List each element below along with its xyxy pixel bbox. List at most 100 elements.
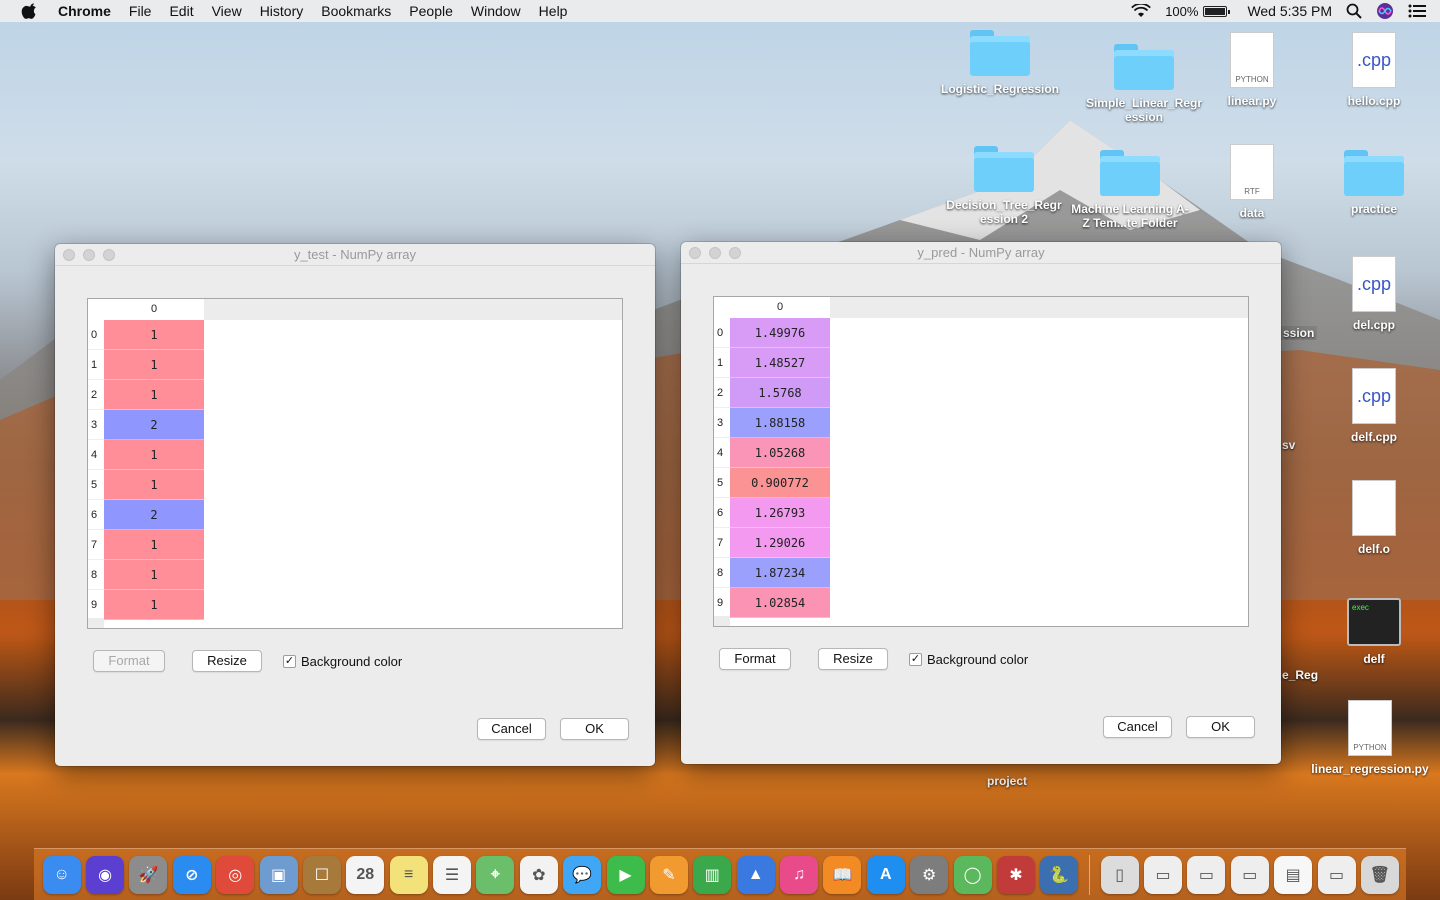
resize-button[interactable]: Resize [192, 650, 262, 672]
menu-bookmarks[interactable]: Bookmarks [321, 3, 391, 19]
row-index[interactable]: 8 [88, 560, 104, 590]
table-cell[interactable]: 1.87234 [730, 558, 830, 588]
close-button[interactable] [63, 249, 75, 261]
row-index[interactable]: 2 [88, 380, 104, 410]
row-index[interactable]: 3 [714, 408, 730, 438]
table-cell[interactable]: 0.900772 [730, 468, 830, 498]
finder-icon[interactable]: ☺ [42, 855, 81, 894]
menu-history[interactable]: History [260, 3, 304, 19]
launchpad-icon[interactable]: 🚀 [129, 855, 168, 894]
menu-app-chrome[interactable]: Chrome [58, 3, 111, 19]
array-table[interactable]: 0 0 1.49976 1 1.48527 2 1.5768 3 1.88158 4 1.0526… [713, 296, 1249, 627]
table-cell[interactable]: 2 [104, 500, 204, 530]
desktop-file-del-cpp[interactable]: .cpp del.cpp [1314, 256, 1434, 332]
archive-icon[interactable]: ▯ [1100, 855, 1139, 894]
menu-view[interactable]: View [212, 3, 242, 19]
ok-button[interactable]: OK [560, 718, 629, 740]
table-cell[interactable]: 1.05268 [730, 438, 830, 468]
window-thumb-3-icon[interactable]: ▭ [1230, 855, 1269, 894]
table-cell[interactable]: 1 [104, 350, 204, 380]
appstore-icon[interactable]: A [866, 855, 905, 894]
spotlight-search-icon[interactable] [1346, 3, 1362, 19]
cancel-button[interactable]: Cancel [477, 718, 546, 740]
row-index[interactable]: 6 [88, 500, 104, 530]
row-index[interactable]: 9 [88, 590, 104, 620]
row-index[interactable]: 5 [88, 470, 104, 500]
safari-icon[interactable]: ⊘ [172, 855, 211, 894]
desktop-folder-logistic-regression[interactable]: Logistic_Regression [940, 30, 1060, 96]
table-cell[interactable]: 1.29026 [730, 528, 830, 558]
python-icon[interactable]: 🐍 [1040, 855, 1079, 894]
messages-icon[interactable]: 💬 [563, 855, 602, 894]
ok-button[interactable]: OK [1186, 716, 1255, 738]
row-index[interactable]: 7 [88, 530, 104, 560]
row-index[interactable]: 5 [714, 468, 730, 498]
zoom-button[interactable] [729, 247, 741, 259]
reminders-icon[interactable]: ☰ [433, 855, 472, 894]
minimize-button[interactable] [83, 249, 95, 261]
table-cell[interactable]: 1.5768 [730, 378, 830, 408]
apple-menu-icon[interactable] [20, 3, 40, 19]
desktop-file-delf-exec[interactable]: exec delf [1314, 598, 1434, 666]
maps-icon[interactable]: ⌖ [476, 855, 515, 894]
desktop-file-delf-cpp[interactable]: .cpp delf.cpp [1314, 368, 1434, 444]
ibooks-icon[interactable]: 📖 [823, 855, 862, 894]
pages-icon[interactable]: ✎ [649, 855, 688, 894]
desktop-folder-simple-linear-regression[interactable]: Simple_Linear_Regression [1084, 44, 1204, 124]
desktop-file-hello-cpp[interactable]: .cpp hello.cpp [1314, 32, 1434, 108]
menu-window[interactable]: Window [471, 3, 521, 19]
row-index[interactable]: 1 [88, 350, 104, 380]
table-cell[interactable]: 1 [104, 380, 204, 410]
close-button[interactable] [689, 247, 701, 259]
siri-icon[interactable]: ◉ [86, 855, 125, 894]
checkbox-checked-icon[interactable]: ✓ [283, 655, 296, 668]
row-index[interactable]: 4 [714, 438, 730, 468]
row-index[interactable]: 8 [714, 558, 730, 588]
table-cell[interactable]: 1.26793 [730, 498, 830, 528]
chrome-icon[interactable]: ◎ [216, 855, 255, 894]
trash-icon[interactable]: 🗑 [1360, 855, 1399, 894]
minimize-button[interactable] [709, 247, 721, 259]
window-titlebar[interactable]: y_test - NumPy array [55, 244, 655, 266]
window-titlebar[interactable]: y_pred - NumPy array [681, 242, 1281, 264]
table-cell[interactable]: 1 [104, 560, 204, 590]
desktop-file-linear-py[interactable]: PYTHON linear.py [1192, 32, 1312, 108]
chrome-window-thumb-icon[interactable]: ▭ [1317, 855, 1356, 894]
cancel-button[interactable]: Cancel [1103, 716, 1172, 738]
numbers-icon[interactable]: ▥ [693, 855, 732, 894]
menu-people[interactable]: People [409, 3, 453, 19]
menu-edit[interactable]: Edit [169, 3, 193, 19]
wifi-icon[interactable] [1131, 4, 1152, 18]
table-cell[interactable]: 1 [104, 590, 204, 620]
siri-menu-icon[interactable] [1376, 2, 1394, 20]
system-preferences-icon[interactable]: ⚙ [910, 855, 949, 894]
desktop-file-delf-o[interactable]: delf.o [1314, 480, 1434, 556]
window-thumb-2-icon[interactable]: ▭ [1187, 855, 1226, 894]
document-thumb-icon[interactable]: ▤ [1274, 855, 1313, 894]
itunes-icon[interactable]: ♫ [780, 855, 819, 894]
table-cell[interactable]: 1.49976 [730, 318, 830, 348]
table-cell[interactable]: 1 [104, 470, 204, 500]
row-index[interactable]: 6 [714, 498, 730, 528]
format-button[interactable]: Format [93, 650, 165, 672]
row-index[interactable]: 4 [88, 440, 104, 470]
row-index[interactable]: 7 [714, 528, 730, 558]
facetime-icon[interactable]: ▶ [606, 855, 645, 894]
calendar-icon[interactable]: 28 [346, 855, 385, 894]
window-thumb-1-icon[interactable]: ▭ [1144, 855, 1183, 894]
desktop-label-project[interactable]: project [987, 774, 1027, 788]
desktop-folder-decision-tree[interactable]: Decision_Tree_Regression 2 [944, 146, 1064, 226]
notification-center-icon[interactable] [1408, 4, 1426, 18]
menu-help[interactable]: Help [539, 3, 568, 19]
row-index[interactable]: 9 [714, 588, 730, 618]
row-index[interactable]: 0 [714, 318, 730, 348]
table-cell[interactable]: 1.88158 [730, 408, 830, 438]
desktop-folder-ml-template[interactable]: Machine Learning A-Z Tem...te Folder [1070, 150, 1190, 230]
row-index[interactable]: 2 [714, 378, 730, 408]
table-cell[interactable]: 1 [104, 530, 204, 560]
zoom-button[interactable] [103, 249, 115, 261]
table-cell[interactable]: 2 [104, 410, 204, 440]
keynote-icon[interactable]: ▲ [736, 855, 775, 894]
row-index[interactable]: 3 [88, 410, 104, 440]
table-cell[interactable]: 1.02854 [730, 588, 830, 618]
